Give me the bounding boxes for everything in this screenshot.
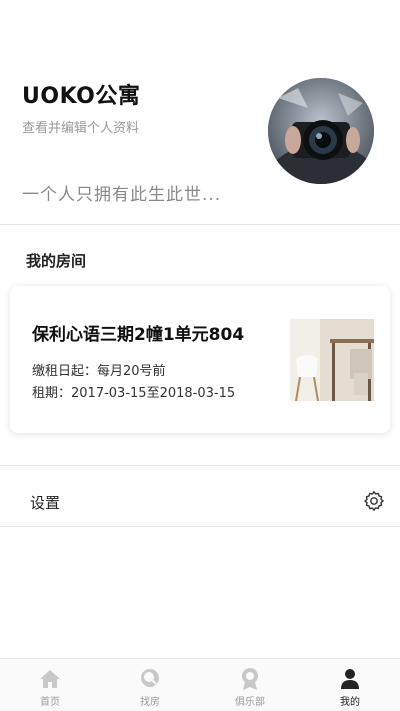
profile-motto: 一个人只拥有此生此世... [22, 185, 222, 205]
room-card[interactable]: 保利心语三期2幢1单元804 缴租日起：每月20号前 租期：2017-03-15… [10, 286, 390, 433]
search-house-icon [141, 669, 159, 687]
divider [0, 465, 400, 466]
rent-day-row: 缴租日起：每月20号前 [32, 360, 166, 379]
room-photo [290, 319, 374, 401]
gear-icon[interactable] [362, 489, 386, 513]
rent-day-label: 缴租日起： [32, 364, 98, 379]
club-badge-icon [242, 668, 258, 690]
divider [0, 526, 400, 527]
lease-term-label: 租期： [32, 386, 72, 401]
section-title-my-room: 我的房间 [26, 252, 87, 270]
person-icon [341, 669, 359, 689]
settings-label: 设置 [30, 494, 61, 512]
rent-day-value: 每月20号前 [97, 364, 166, 379]
avatar[interactable] [268, 78, 374, 184]
room-name: 保利心语三期2幢1单元804 [32, 325, 245, 345]
app-name: UOKO公寓 [22, 84, 141, 109]
bottom-tab-bar: 首页 找房 俱乐部 我的 [0, 658, 400, 711]
tab-label: 首页 [40, 697, 60, 708]
profile-header[interactable]: UOKO公寓 查看并编辑个人资料 一个人只拥有此生此世... [0, 0, 400, 224]
divider [0, 224, 400, 225]
tab-mine[interactable]: 我的 [300, 659, 400, 711]
tab-club[interactable]: 俱乐部 [200, 659, 300, 711]
settings-row[interactable]: 设置 [0, 478, 400, 524]
tab-label: 我的 [340, 697, 360, 708]
home-icon [40, 670, 60, 688]
tab-label: 找房 [140, 697, 160, 708]
edit-profile-link[interactable]: 查看并编辑个人资料 [22, 117, 139, 136]
tab-label: 俱乐部 [235, 697, 265, 708]
tab-find-house[interactable]: 找房 [100, 659, 200, 711]
lease-term-value: 2017-03-15至2018-03-15 [71, 386, 236, 401]
tab-home[interactable]: 首页 [0, 659, 100, 711]
lease-term-row: 租期：2017-03-15至2018-03-15 [32, 382, 235, 401]
